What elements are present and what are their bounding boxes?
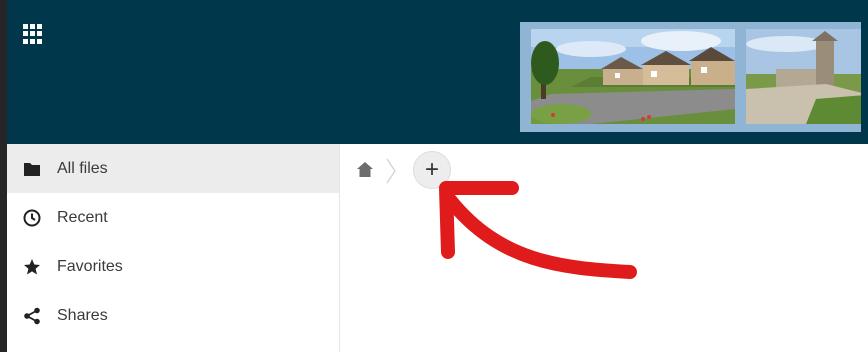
sidebar-item-label: Recent [57, 208, 108, 226]
add-button[interactable]: + [413, 151, 451, 189]
star-icon [23, 258, 41, 276]
sidebar-item-recent[interactable]: Recent [7, 193, 339, 242]
share-icon [23, 307, 41, 325]
sidebar-item-label: All files [57, 159, 108, 177]
sidebar-item-label: Favorites [57, 257, 123, 275]
header-banner [520, 22, 861, 132]
sidebar-item-shares[interactable]: Shares [7, 291, 339, 340]
sidebar-item-favorites[interactable]: Favorites [7, 242, 339, 291]
clock-icon [23, 209, 41, 227]
sidebar-item-all-files[interactable]: All files [7, 144, 339, 193]
home-icon[interactable] [356, 161, 374, 179]
banner-photo-houses [531, 29, 735, 124]
sidebar-item-label: Shares [57, 306, 108, 324]
folder-icon [23, 160, 41, 178]
sidebar-nav: All files Recent Favorites Shares [7, 144, 340, 352]
chevron-right-icon [384, 156, 398, 186]
banner-photo-entrance [746, 29, 861, 124]
apps-grid-icon[interactable] [23, 24, 43, 44]
file-content-area: + [340, 144, 868, 352]
